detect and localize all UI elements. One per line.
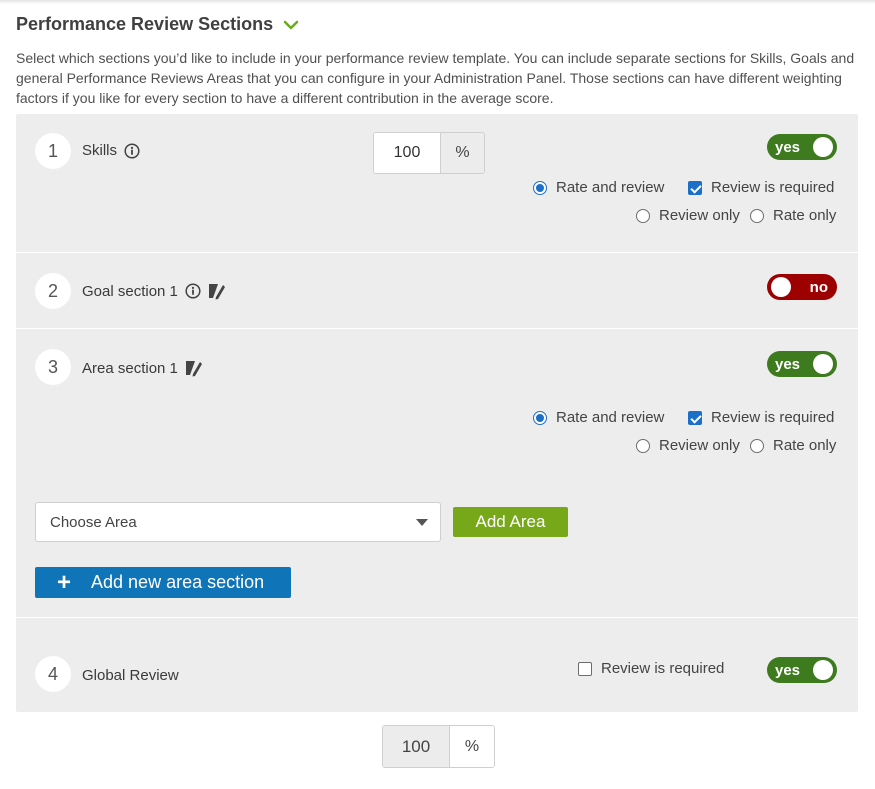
toggle-label: yes (775, 661, 801, 679)
radio-selected[interactable] (533, 410, 547, 425)
toggle-knob (813, 660, 833, 680)
top-shadow (0, 0, 875, 4)
description-text: Select which sections you’d like to incl… (16, 50, 855, 106)
checkbox-checked[interactable] (688, 180, 702, 195)
option-label: Review is required (711, 179, 835, 196)
section-number-1: 1 (35, 133, 71, 169)
section-header[interactable]: Performance Review Sections (16, 14, 299, 35)
global-review-required-checkbox[interactable]: Review is required (578, 660, 724, 677)
section-label-area: Area section 1 (82, 359, 203, 377)
area-toggle[interactable]: yes (767, 351, 837, 377)
radio-unselected[interactable] (750, 438, 764, 453)
section-number-3: 3 (35, 349, 71, 385)
option-label: Rate only (773, 207, 837, 224)
area-review-required-checkbox[interactable]: Review is required (688, 409, 834, 426)
toggle-knob (771, 277, 791, 297)
section-divider (16, 252, 858, 253)
info-icon[interactable] (185, 283, 201, 299)
section-number-2: 2 (35, 273, 71, 309)
add-area-button[interactable]: Add Area (453, 507, 568, 537)
radio-unselected[interactable] (636, 208, 650, 223)
caret-down-icon (416, 519, 428, 526)
edit-icon[interactable] (208, 282, 226, 300)
total-weight-value: 100 (383, 726, 449, 767)
skills-review-required-checkbox[interactable]: Review is required (688, 179, 834, 196)
section-label-global: Global Review (82, 667, 179, 684)
section-label-goal: Goal section 1 (82, 282, 226, 300)
radio-unselected[interactable] (636, 438, 650, 453)
skills-rate-and-review-radio[interactable]: Rate and review (533, 179, 664, 196)
info-icon[interactable] (124, 142, 140, 159)
option-label: Rate and review (556, 409, 665, 426)
toggle-label: no (809, 278, 828, 296)
section-number-4: 4 (35, 656, 71, 692)
skills-weight-input[interactable]: 100 (374, 133, 440, 173)
checkbox-unchecked[interactable] (578, 661, 592, 676)
goal-toggle[interactable]: no (767, 274, 837, 300)
section-title: Goal section 1 (82, 282, 178, 300)
button-label: Add new area section (91, 572, 265, 592)
area-rate-and-review-radio[interactable]: Rate and review (533, 409, 664, 426)
choose-area-select[interactable]: Choose Area (35, 502, 441, 542)
area-review-only-radio[interactable]: Review only (636, 437, 740, 454)
section-title: Skills (82, 142, 118, 159)
option-label: Rate and review (556, 179, 665, 196)
global-toggle[interactable]: yes (767, 657, 837, 683)
toggle-label: yes (775, 138, 801, 156)
skills-toggle[interactable]: yes (767, 134, 837, 160)
skills-weight-field[interactable]: 100 % (373, 132, 485, 174)
toggle-knob (813, 354, 833, 374)
radio-unselected[interactable] (750, 208, 764, 223)
option-label: Review only (659, 437, 740, 454)
area-rate-only-radio[interactable]: Rate only (750, 437, 836, 454)
radio-selected[interactable] (533, 180, 547, 195)
total-weight-field: 100 % (382, 725, 495, 768)
toggle-knob (813, 137, 833, 157)
sections-panel: 1 Skills 100 % yes Rate and review Revie… (16, 114, 858, 712)
option-label: Rate only (773, 437, 837, 454)
chevron-down-icon[interactable] (283, 19, 299, 31)
percent-unit: % (449, 726, 494, 767)
checkbox-checked[interactable] (688, 410, 702, 425)
option-label: Review only (659, 207, 740, 224)
section-title: Global Review (82, 667, 179, 684)
plus-icon: + (57, 568, 72, 596)
edit-icon[interactable] (185, 359, 203, 377)
option-label: Review is required (711, 409, 835, 426)
toggle-label: yes (775, 355, 801, 373)
select-value: Choose Area (50, 513, 137, 531)
section-label-skills: Skills (82, 142, 140, 159)
add-new-area-section-button[interactable]: + Add new area section (35, 567, 291, 598)
section-divider (16, 328, 858, 329)
skills-rate-only-radio[interactable]: Rate only (750, 207, 836, 224)
section-title: Area section 1 (82, 359, 178, 377)
page-title: Performance Review Sections (16, 14, 274, 34)
percent-unit: % (440, 133, 484, 173)
option-label: Review is required (601, 660, 725, 677)
section-divider (16, 617, 858, 618)
skills-review-only-radio[interactable]: Review only (636, 207, 740, 224)
